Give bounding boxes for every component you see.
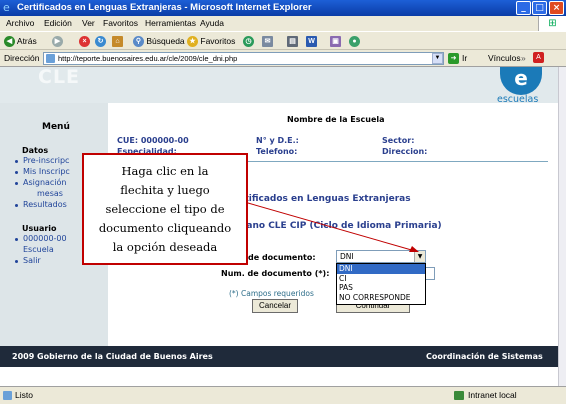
- security-zone: Intranet local: [468, 390, 517, 400]
- footer-copyright: 2009 Gobierno de la Ciudad de Buenos Air…: [12, 352, 213, 361]
- intranet-zone-icon: [454, 391, 464, 400]
- status-text: Listo: [15, 390, 33, 400]
- callout-arrow: [247, 202, 419, 252]
- callout-arrow-line: [247, 202, 416, 252]
- site-footer: 2009 Gobierno de la Ciudad de Buenos Air…: [0, 346, 558, 367]
- callout-arrowhead-icon: [409, 246, 419, 252]
- status-bar: Listo Intranet local: [0, 386, 566, 404]
- footer-credit: Coordinación de Sistemas: [426, 352, 543, 361]
- page-done-icon: [3, 391, 12, 400]
